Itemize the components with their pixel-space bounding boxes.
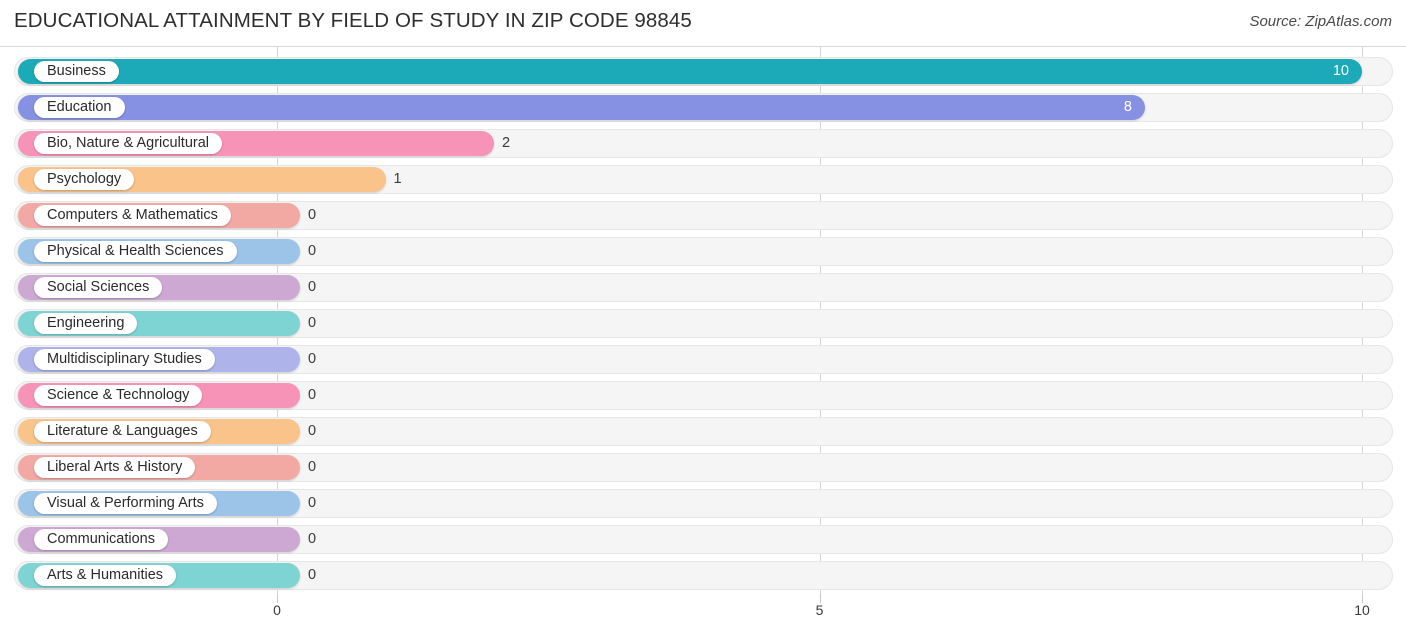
bar-category-label: Business bbox=[34, 61, 119, 82]
bar-row: Bio, Nature & Agricultural 2 bbox=[0, 126, 1406, 162]
bar-category-label: Education bbox=[34, 97, 125, 118]
source-attribution: Source: ZipAtlas.com bbox=[1249, 13, 1392, 30]
bar-value-label: 0 bbox=[308, 315, 317, 331]
x-axis: 0 5 10 bbox=[0, 594, 1406, 632]
bar-row: Physical & Health Sciences 0 bbox=[0, 234, 1406, 270]
bar-category-label: Social Sciences bbox=[34, 277, 163, 298]
bar-value-label: 0 bbox=[308, 567, 317, 583]
bar-value-label: 0 bbox=[308, 351, 317, 367]
bar-value-label: 2 bbox=[502, 135, 511, 151]
bar-value-label: 10 bbox=[1332, 63, 1349, 79]
bar-value-label: 0 bbox=[308, 495, 317, 511]
plot-top-border bbox=[0, 46, 1406, 47]
bar-category-label: Multidisciplinary Studies bbox=[34, 349, 215, 370]
bar-value-label: 0 bbox=[308, 279, 317, 295]
bar-category-label: Liberal Arts & History bbox=[34, 457, 196, 478]
bar-category-label: Science & Technology bbox=[34, 385, 203, 406]
bar-category-label: Literature & Languages bbox=[34, 421, 211, 442]
bar-category-label: Computers & Mathematics bbox=[34, 205, 231, 226]
bar-value-label: 0 bbox=[308, 459, 317, 475]
bar-category-label: Physical & Health Sciences bbox=[34, 241, 237, 262]
bar-row: Engineering 0 bbox=[0, 306, 1406, 342]
bar-category-label: Communications bbox=[34, 529, 168, 550]
chart-plot-area: 10 Business 8 Education Bio, Nature & Agricu… bbox=[0, 46, 1406, 594]
bar-row: Social Sciences 0 bbox=[0, 270, 1406, 306]
bar-row: Literature & Languages 0 bbox=[0, 414, 1406, 450]
bar-row: Psychology 1 bbox=[0, 162, 1406, 198]
bar-category-label: Arts & Humanities bbox=[34, 565, 177, 586]
bar-row: Science & Technology 0 bbox=[0, 378, 1406, 414]
axis-tick-label-5: 5 bbox=[815, 602, 824, 618]
bar-value-label: 0 bbox=[308, 531, 317, 547]
bar-row: Communications 0 bbox=[0, 522, 1406, 558]
bar-value-label: 1 bbox=[393, 171, 402, 187]
axis-tick-label-0: 0 bbox=[273, 602, 281, 618]
bar-value-label: 0 bbox=[308, 243, 317, 259]
bar-row: Multidisciplinary Studies 0 bbox=[0, 342, 1406, 378]
bar-row: 8 Education bbox=[0, 90, 1406, 126]
bar-value-label: 8 bbox=[1123, 99, 1132, 115]
chart-header: EDUCATIONAL ATTAINMENT BY FIELD OF STUDY… bbox=[0, 0, 1406, 46]
bar-row: Liberal Arts & History 0 bbox=[0, 450, 1406, 486]
bar-value-label: 0 bbox=[308, 387, 317, 403]
page-title: EDUCATIONAL ATTAINMENT BY FIELD OF STUDY… bbox=[14, 9, 692, 32]
bar-row: Visual & Performing Arts 0 bbox=[0, 486, 1406, 522]
axis-tick-label-10: 10 bbox=[1354, 602, 1370, 618]
bar-category-label: Engineering bbox=[34, 313, 138, 334]
bar-value-label: 0 bbox=[308, 207, 317, 223]
bar[interactable]: 10 bbox=[18, 59, 1362, 84]
bar-row: 10 Business bbox=[0, 54, 1406, 90]
bar-value-label: 0 bbox=[308, 423, 317, 439]
bar-category-label: Psychology bbox=[34, 169, 135, 190]
bar[interactable]: 8 bbox=[18, 95, 1145, 120]
bar-category-label: Bio, Nature & Agricultural bbox=[34, 133, 222, 154]
bar-category-label: Visual & Performing Arts bbox=[34, 493, 217, 514]
bar-row: Arts & Humanities 0 bbox=[0, 558, 1406, 594]
bar-row: Computers & Mathematics 0 bbox=[0, 198, 1406, 234]
